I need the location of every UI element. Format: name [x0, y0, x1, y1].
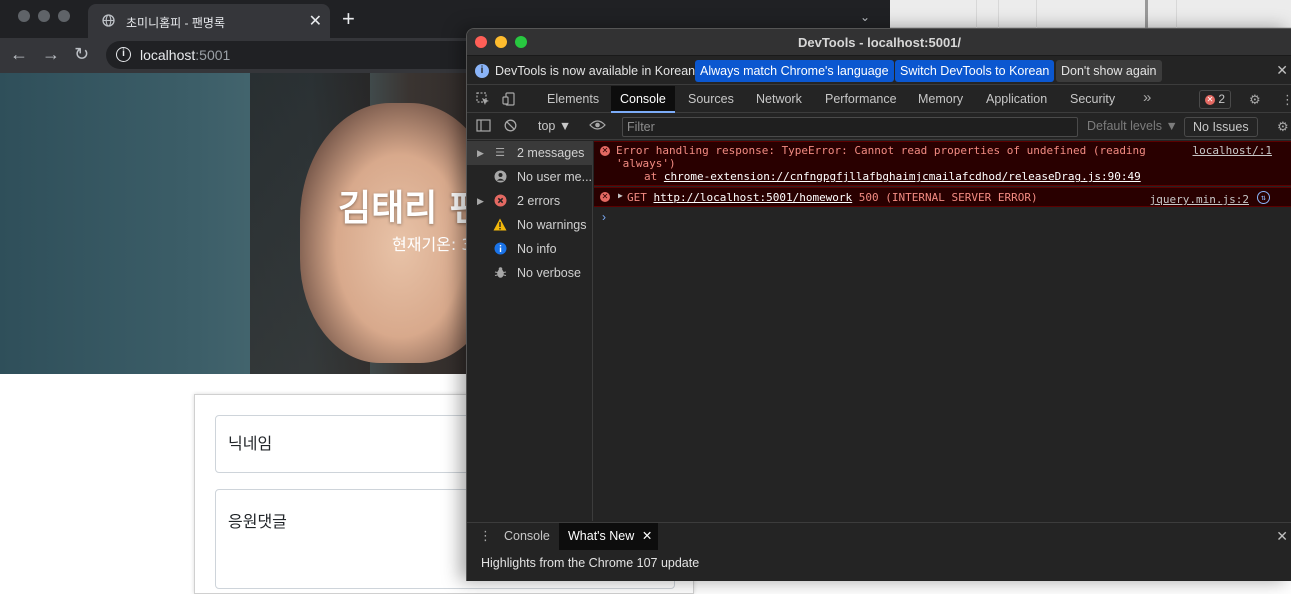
error-message-line2: 'always')	[616, 157, 676, 170]
error-icon: ✕	[1205, 94, 1215, 105]
more-tabs-icon[interactable]: »	[1143, 89, 1151, 106]
expand-triangle-icon[interactable]: ▶	[618, 191, 623, 200]
sidebar-item-info[interactable]: No info	[467, 237, 593, 261]
browser-tab[interactable]: 초미니홈피 - 팬명록 ✕	[88, 4, 330, 38]
error-message-line1: Error handling response: TypeError: Cann…	[616, 144, 1146, 157]
new-tab-icon[interactable]: +	[342, 6, 355, 32]
console-output: ✕ Error handling response: TypeError: Ca…	[594, 141, 1291, 521]
clear-console-icon[interactable]	[504, 119, 517, 135]
tab-close-icon[interactable]: ✕	[309, 11, 322, 31]
stack-link[interactable]: chrome-extension://cnfngpgfjllafbghaimjc…	[664, 170, 1141, 183]
devtools-title: DevTools - localhost:5001/	[797, 35, 962, 50]
tab-application[interactable]: Application	[977, 86, 1056, 113]
tab-sources[interactable]: Sources	[679, 86, 743, 113]
tab-title: 초미니홈피 - 팬명록	[126, 16, 225, 30]
network-error-message: GET http://localhost:5001/homework 500 (…	[627, 191, 1038, 204]
panel-tabbar: Elements Console Sources Network Perform…	[467, 86, 1291, 113]
console-prompt-icon[interactable]: ›	[602, 210, 606, 224]
drawer-tab-whats-new[interactable]: What's New ✕	[559, 523, 659, 550]
bug-icon	[493, 266, 507, 280]
tab-search-chevron-icon[interactable]: ⌄	[860, 10, 870, 24]
expand-triangle-icon[interactable]: ▶	[477, 141, 484, 165]
error-icon: ✕	[600, 146, 610, 156]
tab-security[interactable]: Security	[1061, 86, 1124, 113]
context-selector[interactable]: top ▼	[538, 119, 571, 133]
sidebar-item-warnings[interactable]: No warnings	[467, 213, 593, 237]
error-icon: ✕	[600, 192, 610, 202]
window-zoom-light[interactable]	[58, 10, 70, 22]
info-icon: i	[475, 64, 489, 78]
sidebar-item-user-messages[interactable]: No user me...	[467, 165, 593, 189]
dont-show-again-button[interactable]: Don't show again	[1056, 60, 1162, 82]
sidebar-item-verbose[interactable]: No verbose	[467, 261, 593, 285]
drawer-close-icon[interactable]: ✕	[1276, 528, 1288, 545]
source-link[interactable]: jquery.min.js:2	[1150, 193, 1249, 206]
background-window	[890, 0, 1291, 28]
infobar-close-icon[interactable]: ✕	[1276, 62, 1288, 79]
tab-console[interactable]: Console	[611, 86, 675, 113]
request-url-link[interactable]: http://localhost:5001/homework	[654, 191, 853, 204]
error-count-badge[interactable]: ✕ 2	[1199, 90, 1232, 109]
warning-icon	[493, 218, 507, 232]
source-link[interactable]: localhost/:1	[1193, 144, 1272, 157]
window-close-light[interactable]	[18, 10, 30, 22]
list-icon: ☰	[495, 147, 505, 159]
infobar-message: DevTools is now available in Korean!	[495, 64, 699, 78]
address-url: localhost:5001	[140, 47, 231, 63]
sidebar-item-messages[interactable]: ▶ ☰ 2 messages	[467, 141, 593, 165]
tab-memory[interactable]: Memory	[909, 86, 972, 113]
console-sidebar: ▶ ☰ 2 messages No user me... ▶ 2 errors …	[467, 141, 593, 521]
devtools-window: DevTools - localhost:5001/ i DevTools is…	[466, 28, 1291, 581]
filter-input[interactable]: Filter	[622, 117, 1078, 137]
issues-button[interactable]: No Issues	[1184, 117, 1258, 137]
weather-text: 현재기온: 3	[392, 235, 472, 254]
drawer-menu-icon[interactable]: ⋮	[479, 528, 492, 544]
settings-gear-icon[interactable]: ⚙	[1249, 92, 1261, 108]
reload-icon[interactable]: ↻	[74, 44, 89, 65]
info-icon	[493, 242, 507, 256]
page-title: 김태리 팬	[338, 188, 484, 229]
inspect-element-icon[interactable]	[476, 92, 490, 109]
tab-performance[interactable]: Performance	[816, 86, 906, 113]
console-error-row[interactable]: ✕ ▶ GET http://localhost:5001/homework 5…	[594, 187, 1291, 207]
eye-icon[interactable]	[589, 119, 606, 134]
globe-icon	[102, 14, 115, 30]
sidebar-toggle-icon[interactable]	[476, 119, 491, 135]
drawer-tab-console[interactable]: Console	[495, 523, 559, 550]
devtools-titlebar: DevTools - localhost:5001/	[467, 29, 1291, 56]
tab-elements[interactable]: Elements	[538, 86, 608, 113]
window-minimize-light[interactable]	[38, 10, 50, 22]
whats-new-headline: Highlights from the Chrome 107 update	[481, 556, 700, 570]
console-toolbar: top ▼ Filter Default levels ▼ No Issues …	[467, 114, 1291, 140]
language-infobar: i DevTools is now available in Korean! A…	[467, 57, 1291, 85]
sidebar-item-errors[interactable]: ▶ 2 errors	[467, 189, 593, 213]
switch-to-korean-button[interactable]: Switch DevTools to Korean	[895, 60, 1055, 82]
expand-triangle-icon[interactable]: ▶	[477, 189, 484, 213]
always-match-language-button[interactable]: Always match Chrome's language	[695, 60, 894, 82]
kebab-menu-icon[interactable]: ⋮	[1281, 92, 1291, 108]
log-levels-dropdown[interactable]: Default levels ▼	[1087, 119, 1178, 133]
console-settings-icon[interactable]: ⚙	[1277, 119, 1289, 135]
error-icon	[493, 194, 507, 208]
error-stack-line: at chrome-extension://cnfngpgfjllafbghai…	[644, 170, 1141, 183]
drawer-tab-close-icon[interactable]: ✕	[642, 523, 652, 550]
tab-network[interactable]: Network	[747, 86, 811, 113]
bottom-drawer: ⋮ Console What's New ✕ ✕ Highlights from …	[467, 522, 1291, 581]
console-error-row[interactable]: ✕ Error handling response: TypeError: Ca…	[594, 141, 1291, 186]
forward-arrow-icon[interactable]: →	[42, 44, 60, 65]
user-icon	[493, 170, 507, 184]
network-request-icon[interactable]: ⇅	[1257, 191, 1270, 204]
site-info-icon[interactable]: i	[116, 47, 131, 62]
device-toolbar-icon[interactable]	[502, 92, 516, 109]
back-arrow-icon[interactable]: ←	[10, 44, 28, 65]
